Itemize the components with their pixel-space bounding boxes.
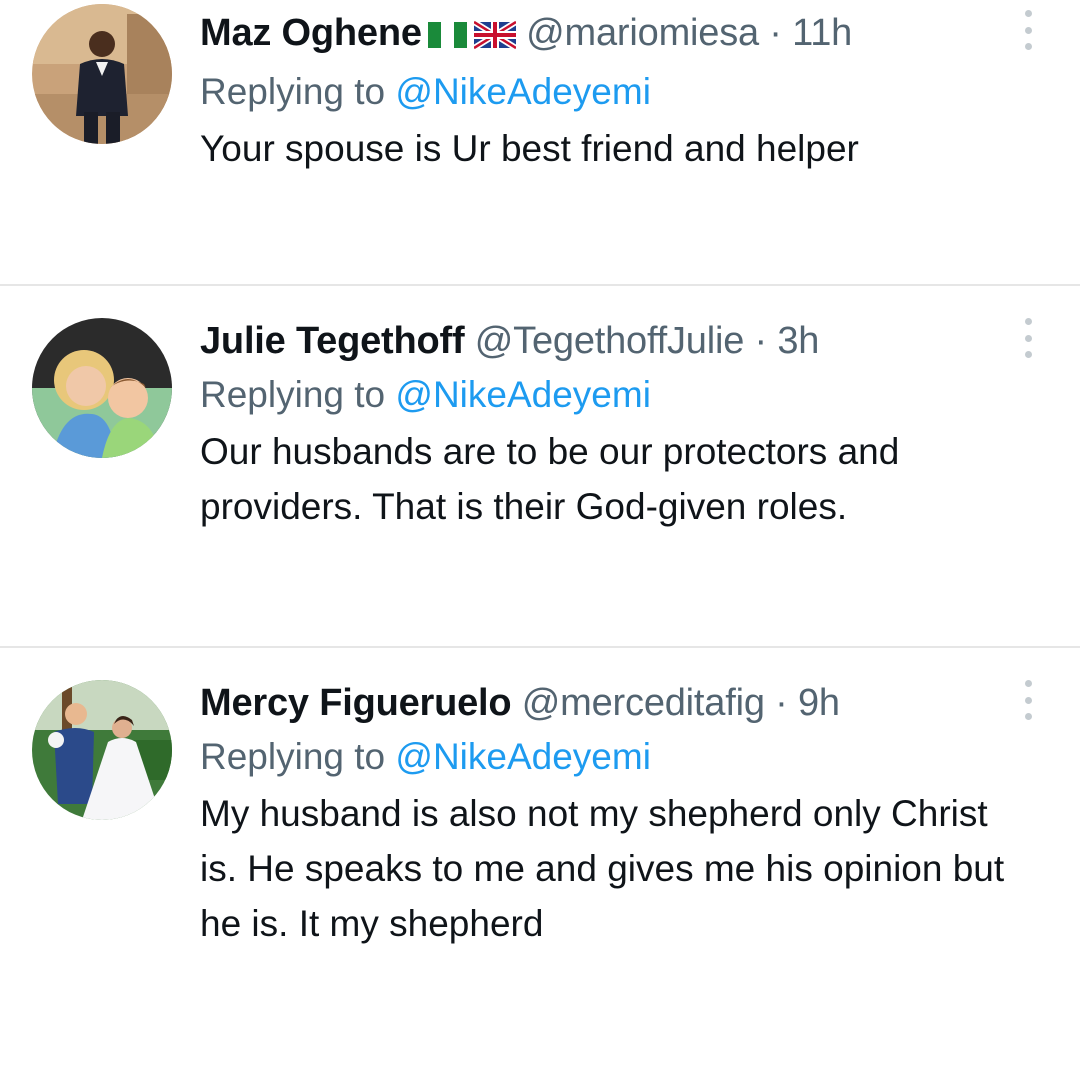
separator-dot: · [754,320,768,362]
nigeria-flag-icon [427,15,468,61]
uk-flag-icon [472,15,518,61]
tweet-text: My husband is also not my shepherd only … [200,793,1005,944]
author-name[interactable]: Julie Tegethoff [200,320,465,362]
replying-to: Replying to @NikeAdeyemi [200,69,1020,115]
avatar[interactable] [32,4,172,144]
more-options-icon[interactable] [1020,10,1036,50]
tweet-header: Mercy Figueruelo @merceditafig · 9h [200,680,1020,726]
timestamp[interactable]: 11h [792,12,852,54]
more-options-icon[interactable] [1020,680,1036,720]
replying-to-label: Replying to [200,374,386,415]
timestamp[interactable]: 3h [777,320,819,362]
mention-link[interactable]: @NikeAdeyemi [395,374,651,415]
tweet-text: Your spouse is Ur best friend and helper [200,128,859,169]
avatar[interactable] [32,318,172,458]
separator-dot: · [769,12,782,54]
tweet-header: Maz Oghene @mariomiesa · 11h [200,10,1020,61]
author-handle[interactable]: @mariomiesa [526,12,759,54]
more-options-icon[interactable] [1020,318,1036,358]
author-name[interactable]: Maz Oghene [200,12,422,54]
avatar[interactable] [32,680,172,820]
replying-to: Replying to @NikeAdeyemi [200,734,1020,780]
author-handle[interactable]: @TegethoffJulie [475,320,745,362]
reply-feed: Maz Oghene @mariomiesa · 11h Replying to… [0,0,1080,1080]
tweet[interactable]: Mercy Figueruelo @merceditafig · 9h Repl… [0,648,1080,1080]
tweet[interactable]: Julie Tegethoff @TegethoffJulie · 3h Rep… [0,286,1080,646]
tweet-text: Our husbands are to be our protectors an… [200,431,900,527]
replying-to-label: Replying to [200,736,386,777]
author-handle[interactable]: @merceditafig [522,682,765,724]
separator-dot: · [775,682,788,724]
tweet[interactable]: Maz Oghene @mariomiesa · 11h Replying to… [0,0,1080,284]
replying-to: Replying to @NikeAdeyemi [200,372,1020,418]
replying-to-label: Replying to [200,71,386,112]
tweet-header: Julie Tegethoff @TegethoffJulie · 3h [200,318,1020,364]
mention-link[interactable]: @NikeAdeyemi [395,71,651,112]
timestamp[interactable]: 9h [798,682,840,724]
mention-link[interactable]: @NikeAdeyemi [395,736,651,777]
author-name[interactable]: Mercy Figueruelo [200,682,512,724]
